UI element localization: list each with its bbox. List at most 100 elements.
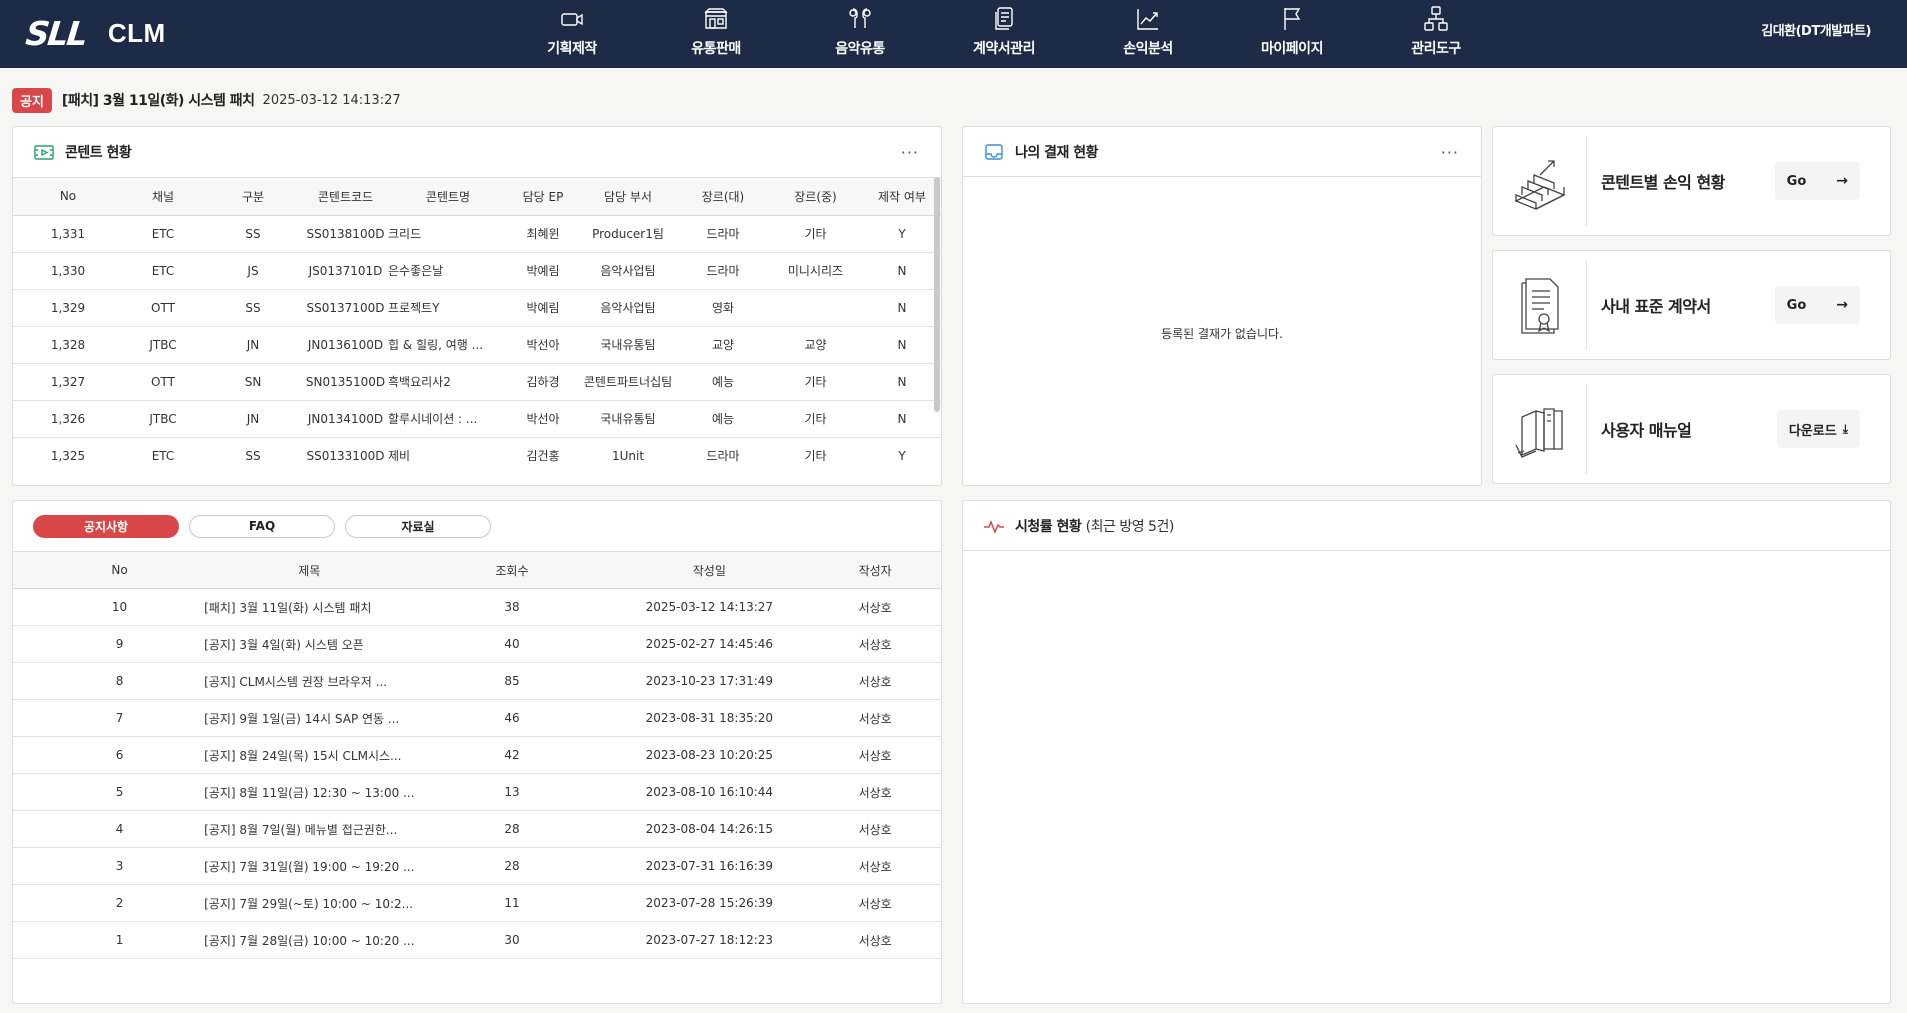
table-cell: 제비 <box>388 437 508 471</box>
logo[interactable]: SLL CLM <box>24 10 166 56</box>
nav-item-contracts[interactable]: 계약서관리 <box>932 0 1076 68</box>
table-cell: JN0134100D <box>303 400 388 438</box>
table-row[interactable]: 1,326 JTBC JN JN0134100D 할루시네이션 : ... 박선… <box>13 400 941 438</box>
table-cell: SS0137100D <box>303 289 388 327</box>
table-cell: 28 <box>414 810 610 848</box>
notice-title[interactable]: [패치] 3월 11일(화) 시스템 패치 <box>62 90 255 110</box>
table-row[interactable]: 4 [공지] 8월 7일(월) 메뉴별 접근권한... 28 2023-08-0… <box>13 810 941 848</box>
camera-icon <box>557 4 587 34</box>
table-cell: 1,330 <box>13 252 123 290</box>
table-cell: ETC <box>123 437 203 471</box>
table-row[interactable]: 1,330 ETC JS JS0137101D 은수좋은날 박예림 음악사업팀 … <box>13 252 941 290</box>
column-header: 작성일 <box>609 551 810 589</box>
post-title-link[interactable]: [공지] 7월 31일(월) 19:00 ~ 19:20 ... <box>204 847 415 885</box>
post-title-link[interactable]: [공지] 8월 24일(목) 15시 CLM시스... <box>204 736 415 774</box>
table-cell <box>768 289 863 327</box>
table-row[interactable]: 3 [공지] 7월 31일(월) 19:00 ~ 19:20 ... 28 20… <box>13 847 941 885</box>
table-cell: 콘텐트파트너십팀 <box>578 363 678 401</box>
table-cell: 9 <box>13 625 205 663</box>
post-title-link[interactable]: [공지] 8월 11일(금) 12:30 ~ 13:00 ... <box>204 773 415 811</box>
nav-item-mypage[interactable]: 마이페이지 <box>1220 0 1364 68</box>
table-cell: 음악사업팀 <box>578 289 678 327</box>
table-cell: 1,325 <box>13 437 123 471</box>
table-row[interactable]: 1,328 JTBC JN JN0136100D 힙 & 힐링, 여행 ... … <box>13 326 941 364</box>
tab-faq[interactable]: FAQ <box>189 514 335 538</box>
table-cell: 28 <box>414 847 610 885</box>
table-row[interactable]: 7 [공지] 9월 1일(금) 14시 SAP 연동 ... 46 2023-0… <box>13 699 941 737</box>
nav-item-profit[interactable]: 손익분석 <box>1076 0 1220 68</box>
table-cell: 서상호 <box>809 884 941 922</box>
scrollbar[interactable] <box>934 177 940 412</box>
more-button[interactable]: ··· <box>1441 143 1459 162</box>
tab-archive[interactable]: 자료실 <box>345 514 491 538</box>
table-row[interactable]: 2 [공지] 7월 29일(~토) 10:00 ~ 10:2... 11 202… <box>13 884 941 922</box>
column-header: 담당 부서 <box>578 178 678 216</box>
content-table-container[interactable]: No 채널 구분 콘텐트코드 콘텐트명 담당 EP 담당 부서 장르(대) 장르… <box>13 177 941 471</box>
table-cell: 2025-03-12 14:13:27 <box>609 588 810 626</box>
nav-label: 음악유통 <box>835 41 885 57</box>
table-cell: Y <box>863 437 941 471</box>
table-cell: 85 <box>414 662 610 700</box>
table-row[interactable]: 5 [공지] 8월 11일(금) 12:30 ~ 13:00 ... 13 20… <box>13 773 941 811</box>
table-cell: 2023-08-10 16:10:44 <box>609 773 810 811</box>
table-row[interactable]: 1,327 OTT SN SN0135100D 흑백요리사2 김하경 콘텐트파트… <box>13 363 941 401</box>
table-cell: N <box>863 400 941 438</box>
table-row[interactable]: 6 [공지] 8월 24일(목) 15시 CLM시스... 42 2023-08… <box>13 736 941 774</box>
table-cell: 3 <box>13 847 205 885</box>
nav-item-distribution[interactable]: 유통판매 <box>644 0 788 68</box>
inbox-icon <box>983 142 1005 162</box>
table-cell: 교양 <box>768 326 863 364</box>
nav-item-music[interactable]: 음악유통 <box>788 0 932 68</box>
column-header: No <box>13 178 123 216</box>
post-title-link[interactable]: [공지] 8월 7일(월) 메뉴별 접근권한... <box>204 810 415 848</box>
table-row[interactable]: 1 [공지] 7월 28일(금) 10:00 ~ 10:20 ... 30 20… <box>13 921 941 959</box>
table-cell: 크리드 <box>388 215 508 253</box>
table-cell: 기타 <box>768 400 863 438</box>
quick-link-profit[interactable]: 콘텐트별 손익 현황 Go → <box>1492 126 1891 236</box>
arrow-right-icon: → <box>1836 173 1848 189</box>
go-button[interactable]: Go → <box>1774 162 1860 200</box>
table-header-row: No 채널 구분 콘텐트코드 콘텐트명 담당 EP 담당 부서 장르(대) 장르… <box>13 178 941 216</box>
table-cell: 힙 & 힐링, 여행 ... <box>388 326 508 364</box>
table-cell: 10 <box>13 588 205 626</box>
books-icon <box>1493 384 1587 474</box>
nav-item-planning[interactable]: 기획제작 <box>500 0 644 68</box>
table-row[interactable]: 1,331 ETC SS SS0138100D 크리드 최혜윈 Producer… <box>13 215 941 253</box>
card-header: 시청률 현황 (최근 방영 5건) <box>963 501 1890 551</box>
table-cell: JN <box>203 326 303 364</box>
nav-label: 계약서관리 <box>973 41 1035 57</box>
top-navigation-bar: SLL CLM 기획제작 유통판매 음악유통 계약서관리 손익분석 마이페이지 … <box>0 0 1907 68</box>
table-row[interactable]: 1,325 ETC SS SS0133100D 제비 김건홍 1Unit 드라마… <box>13 437 941 471</box>
table-cell: JN0136100D <box>303 326 388 364</box>
arrow-right-icon: → <box>1836 297 1848 313</box>
column-header: 조회수 <box>414 551 610 589</box>
more-button[interactable]: ··· <box>901 143 919 162</box>
post-title-link[interactable]: [패치] 3월 11일(화) 시스템 패치 <box>204 588 415 626</box>
post-title-link[interactable]: [공지] 3월 4일(화) 시스템 오픈 <box>204 625 415 663</box>
user-name[interactable]: 김대환(DT개발파트) <box>1761 20 1871 39</box>
table-cell: 국내유통팀 <box>578 400 678 438</box>
table-cell: 최혜윈 <box>508 215 578 253</box>
post-title-link[interactable]: [공지] 7월 28일(금) 10:00 ~ 10:20 ... <box>204 921 415 959</box>
table-header-row: No 제목 조회수 작성일 작성자 <box>13 551 941 589</box>
table-cell: 46 <box>414 699 610 737</box>
nav-label: 손익분석 <box>1123 41 1173 57</box>
table-cell: 1Unit <box>578 437 678 471</box>
post-title-link[interactable]: [공지] 9월 1일(금) 14시 SAP 연동 ... <box>204 699 415 737</box>
post-title-link[interactable]: [공지] 7월 29일(~토) 10:00 ~ 10:2... <box>204 884 415 922</box>
nav-item-admin[interactable]: 관리도구 <box>1364 0 1508 68</box>
download-button[interactable]: 다운로드 ⤓ <box>1776 410 1860 448</box>
table-cell: SS <box>203 215 303 253</box>
table-row[interactable]: 1,329 OTT SS SS0137100D 프로젝트Y 박예림 음악사업팀 … <box>13 289 941 327</box>
table-cell: SS0138100D <box>303 215 388 253</box>
table-row[interactable]: 8 [공지] CLM시스템 권장 브라우저 ... 85 2023-10-23 … <box>13 662 941 700</box>
notice-bar[interactable]: 공지 [패치] 3월 11일(화) 시스템 패치 2025-03-12 14:1… <box>12 87 401 113</box>
table-cell: N <box>863 289 941 327</box>
quick-link-contract[interactable]: 사내 표준 계약서 Go → <box>1492 250 1891 360</box>
post-title-link[interactable]: [공지] CLM시스템 권장 브라우저 ... <box>204 662 415 700</box>
table-row[interactable]: 9 [공지] 3월 4일(화) 시스템 오픈 40 2025-02-27 14:… <box>13 625 941 663</box>
quick-link-manual[interactable]: 사용자 매뉴얼 다운로드 ⤓ <box>1492 374 1891 484</box>
go-button[interactable]: Go → <box>1774 286 1860 324</box>
tab-notice[interactable]: 공지사항 <box>33 514 179 538</box>
table-row[interactable]: 10 [패치] 3월 11일(화) 시스템 패치 38 2025-03-12 1… <box>13 588 941 626</box>
